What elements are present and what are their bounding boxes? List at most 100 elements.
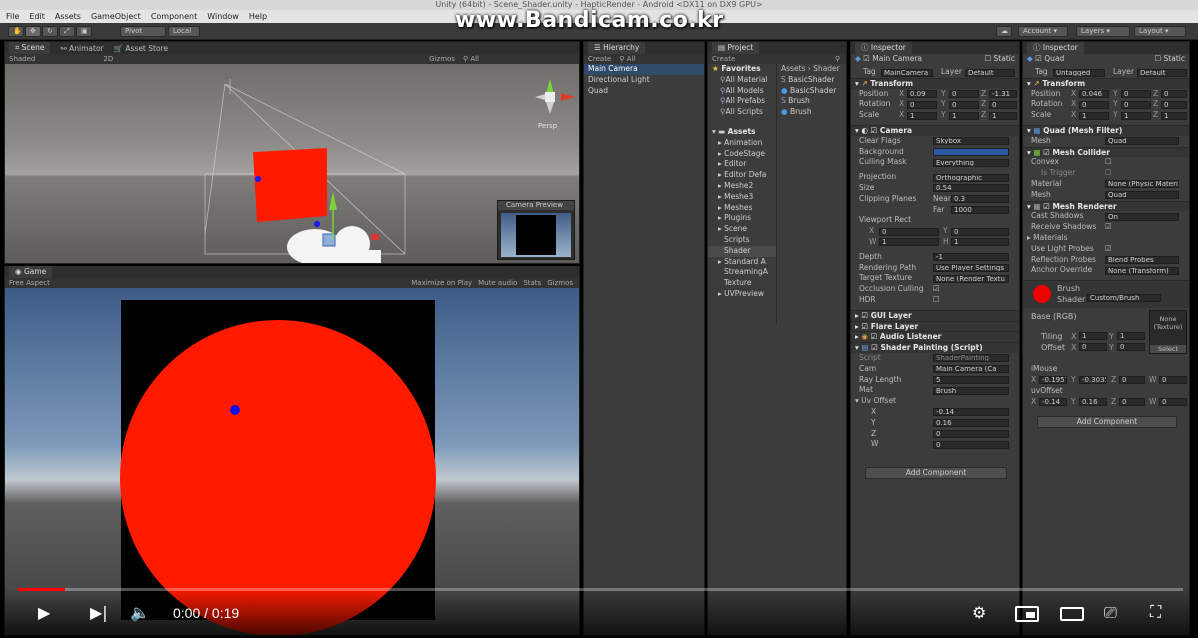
transform-header[interactable]: ▾ ↗ Transform	[1023, 77, 1189, 89]
favorite-item[interactable]: ⚲All Models	[708, 86, 776, 97]
select-texture-button[interactable]: Select	[1150, 345, 1186, 354]
cast-shadows-dropdown[interactable]: On	[1105, 212, 1179, 221]
folder-item[interactable]: ▸ Meshe2	[708, 181, 776, 192]
hierarchy-item-quad[interactable]: Quad	[584, 86, 704, 97]
menu-window[interactable]: Window	[207, 10, 239, 23]
play-icon[interactable]: ▶	[38, 603, 50, 622]
file-item[interactable]: ● Brush	[777, 107, 846, 118]
anchor-override-field[interactable]: None (Transform)	[1105, 266, 1179, 275]
rotate-tool-icon[interactable]: ↻	[42, 26, 58, 37]
uv-x-field[interactable]: -0.14	[933, 408, 1009, 417]
audio-listener-header[interactable]: ▸ ◉ ☑ Audio Listener	[851, 331, 1019, 343]
folder-item[interactable]: ▸ Plugins	[708, 213, 776, 224]
cloud-icon[interactable]: ☁	[996, 26, 1012, 37]
gizmos-dropdown[interactable]: Gizmos	[429, 54, 455, 64]
tab-project[interactable]: ▤ Project	[712, 42, 760, 54]
hierarchy-item-main-camera[interactable]: Main Camera	[584, 64, 704, 75]
shader-dropdown[interactable]: Custom/Brush	[1087, 294, 1161, 303]
menu-help[interactable]: Help	[249, 10, 267, 23]
folder-item[interactable]: StreamingA	[708, 267, 776, 278]
folder-item[interactable]: Texture	[708, 278, 776, 289]
cam-field[interactable]: Main Camera (Ca	[933, 365, 1009, 374]
scale-tool-icon[interactable]: ⤢	[59, 26, 75, 37]
collider-mesh-field[interactable]: Quad	[1105, 191, 1179, 200]
target-texture-field[interactable]: None (Render Textu	[933, 274, 1009, 283]
add-component-button[interactable]: Add Component	[1037, 416, 1177, 428]
materials-foldout[interactable]: ▸ Materials	[1027, 233, 1068, 244]
tab-hierarchy[interactable]: ☰ Hierarchy	[588, 42, 646, 54]
tab-asset-store[interactable]: 🛒 Asset Store	[114, 44, 168, 53]
transform-header[interactable]: ▾ ↗ Transform	[851, 77, 1019, 89]
menu-gameobject[interactable]: GameObject	[91, 10, 141, 23]
shading-dropdown[interactable]: Shaded	[9, 54, 35, 64]
miniplayer-icon[interactable]	[1015, 606, 1039, 622]
far-field[interactable]: 1000	[951, 206, 1009, 215]
menu-assets[interactable]: Assets	[55, 10, 81, 23]
uv-y-field[interactable]: 0.16	[933, 419, 1009, 428]
project-create-button[interactable]: Create	[712, 54, 735, 64]
texture-slot[interactable]: None (Texture) Select	[1149, 310, 1187, 355]
static-toggle[interactable]: ☐ Static	[984, 54, 1015, 65]
folder-item[interactable]: ▸ UVPreview	[708, 289, 776, 300]
cast-icon[interactable]: ⎚	[1104, 603, 1117, 623]
hdr-checkbox[interactable]: ☐	[933, 295, 940, 306]
reflection-probes-dropdown[interactable]: Blend Probes	[1105, 256, 1179, 265]
folder-item[interactable]: ▸ CodeStage	[708, 149, 776, 160]
tab-game[interactable]: ◉ Game	[9, 266, 53, 278]
project-search-icon[interactable]: ⚲	[835, 54, 846, 64]
file-item[interactable]: S Brush	[777, 96, 846, 107]
camera-header[interactable]: ▾ ◐ ☑ Camera	[851, 124, 1019, 136]
mesh-collider-header[interactable]: ▾ ▦ ☑ Mesh Collider	[1023, 146, 1189, 158]
uv-offset-foldout[interactable]: ▾ Uv Offset	[855, 396, 896, 407]
folder-item[interactable]: ▸ Editor Defa	[708, 170, 776, 181]
light-probes-checkbox[interactable]: ☑	[1105, 244, 1112, 255]
scene-search-input[interactable]: ⚲ All	[463, 54, 579, 64]
folder-item[interactable]: ▸ Meshes	[708, 203, 776, 214]
aspect-dropdown[interactable]: Free Aspect	[9, 278, 50, 288]
hierarchy-search-input[interactable]: ⚲ All	[619, 54, 635, 64]
folder-item[interactable]: ▸ Meshe3	[708, 192, 776, 203]
static-toggle[interactable]: ☐ Static	[1154, 54, 1185, 65]
favorites-header[interactable]: ★ Favorites	[708, 64, 776, 75]
receive-shadows-checkbox[interactable]: ☑	[1105, 222, 1112, 233]
tab-scene[interactable]: ⌗ Scene	[9, 42, 51, 54]
game-gizmos-dropdown[interactable]: Gizmos	[547, 278, 579, 288]
menu-edit[interactable]: Edit	[29, 10, 45, 23]
object-name-field[interactable]: Main Camera	[872, 54, 922, 63]
maximize-on-play-toggle[interactable]: Maximize on Play	[411, 278, 472, 288]
theater-mode-icon[interactable]	[1060, 607, 1084, 621]
scene-viewport[interactable]: Persp Camera Preview	[5, 64, 579, 263]
fullscreen-icon[interactable]: ⛶	[1150, 602, 1161, 622]
tab-inspector[interactable]: ⓘ Inspector	[855, 42, 912, 54]
flare-layer-header[interactable]: ▸ ☑ Flare Layer	[851, 320, 1019, 332]
tag-dropdown[interactable]: MainCamera	[881, 68, 933, 77]
file-item[interactable]: S BasicShader	[777, 75, 846, 86]
hand-tool-icon[interactable]: ✋	[8, 26, 24, 37]
mesh-renderer-header[interactable]: ▾ ▦ ☑ Mesh Renderer	[1023, 200, 1189, 212]
tab-animator[interactable]: ⚯ Animator	[60, 44, 103, 53]
size-field[interactable]: 0.54	[933, 184, 1009, 193]
folder-item[interactable]: Scripts	[708, 235, 776, 246]
folder-item-selected[interactable]: Shader	[708, 245, 776, 257]
mute-audio-toggle[interactable]: Mute audio	[478, 278, 517, 288]
mesh-filter-header[interactable]: ▾ ▦ Quad (Mesh Filter)	[1023, 124, 1189, 136]
favorite-item[interactable]: ⚲All Scripts	[708, 107, 776, 118]
mesh-field[interactable]: Quad	[1105, 137, 1179, 146]
progress-bar[interactable]	[18, 588, 1183, 591]
next-icon[interactable]: ▶|	[90, 603, 108, 622]
projection-dropdown[interactable]: Orthographic	[933, 173, 1009, 182]
menu-component[interactable]: Component	[151, 10, 197, 23]
uv-w-field[interactable]: 0	[933, 440, 1009, 449]
rect-tool-icon[interactable]: ▣	[76, 26, 92, 37]
persp-label[interactable]: Persp	[538, 122, 558, 130]
layers-dropdown[interactable]: Layers ▾	[1076, 26, 1130, 37]
clear-flags-dropdown[interactable]: Skybox	[933, 137, 1009, 146]
culling-mask-dropdown[interactable]: Everything	[933, 158, 1009, 167]
hierarchy-create-button[interactable]: Create	[588, 54, 611, 64]
settings-gear-icon[interactable]: ⚙	[972, 603, 986, 622]
favorite-item[interactable]: ⚲All Prefabs	[708, 96, 776, 107]
layout-dropdown[interactable]: Layout ▾	[1134, 26, 1186, 37]
tab-inspector-2[interactable]: ⓘ Inspector	[1027, 42, 1084, 54]
mat-field[interactable]: Brush	[933, 386, 1009, 395]
stats-toggle[interactable]: Stats	[523, 278, 541, 288]
